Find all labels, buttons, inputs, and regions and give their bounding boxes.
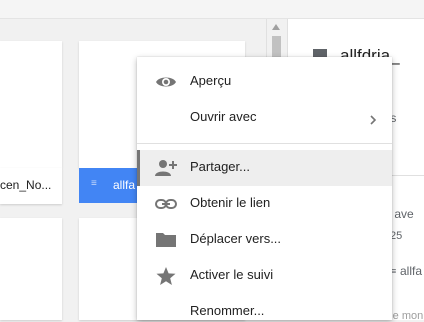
menu-item-move-to[interactable]: Déplacer vers... — [137, 222, 392, 258]
menu-item-share[interactable]: Partager... — [137, 150, 392, 186]
eye-icon — [155, 72, 177, 92]
activity-actor-suffix: ave — [394, 207, 414, 221]
menu-item-star[interactable]: Activer le suivi — [137, 258, 392, 294]
link-icon — [155, 194, 177, 214]
menu-item-rename[interactable]: Renommer... — [137, 294, 392, 320]
folder-icon — [155, 230, 177, 250]
menu-item-label: Activer le suivi — [190, 267, 274, 282]
star-icon — [155, 266, 177, 286]
person-add-icon — [155, 158, 177, 178]
menu-item-label: Obtenir le lien — [190, 195, 271, 210]
menu-item-get-link[interactable]: Obtenir le lien — [137, 186, 392, 222]
activity-file-name[interactable]: allfa — [400, 264, 422, 278]
menu-item-label: Aperçu — [190, 73, 232, 88]
selected-file-name: allfa — [113, 178, 136, 192]
menu-item-label: Partager... — [190, 159, 250, 174]
menu-item-label: Déplacer vers... — [190, 231, 282, 246]
file-card-thumbnail[interactable] — [0, 41, 62, 168]
chevron-right-icon — [369, 112, 377, 125]
file-card-thumbnail[interactable] — [0, 218, 62, 320]
scroll-up-arrow-icon[interactable] — [272, 24, 280, 30]
menu-item-preview[interactable]: Aperçu — [137, 64, 392, 100]
file-card-name: cen_No... — [0, 178, 52, 192]
top-toolbar-strip — [0, 0, 424, 19]
menu-separator — [137, 143, 392, 144]
menu-item-label: Ouvrir avec — [190, 109, 257, 124]
menu-item-open-with[interactable]: Ouvrir avec — [137, 100, 392, 136]
menu-item-label: Renommer... — [190, 303, 265, 318]
document-icon: ≡ — [91, 178, 97, 189]
